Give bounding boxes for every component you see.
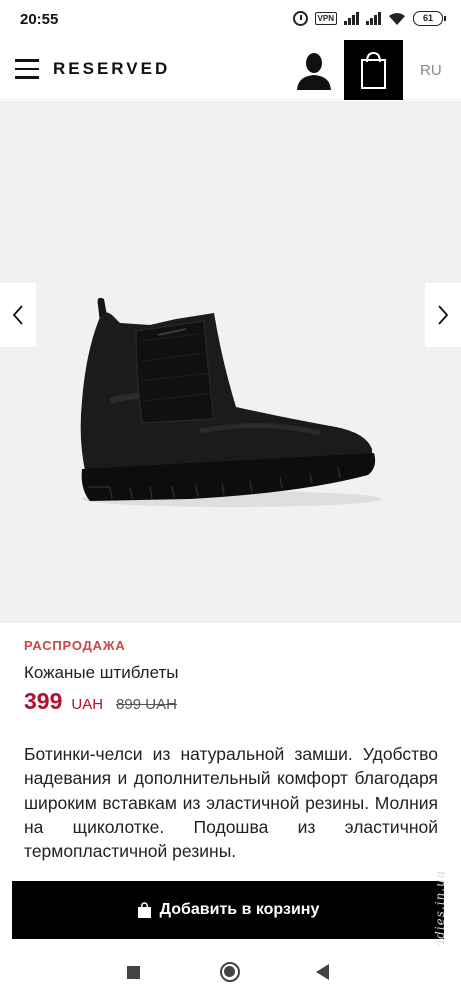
watermark: Ladies.in.ua [433, 870, 447, 956]
old-price: 899 UAH [116, 696, 177, 713]
add-to-cart-label: Добавить в корзину [159, 901, 320, 918]
recent-apps-icon[interactable] [127, 966, 140, 979]
status-bar: 20:55 VPN 61 [0, 0, 461, 40]
chevron-left-icon [12, 305, 23, 325]
gallery-next-button[interactable] [425, 283, 461, 347]
shopping-bag-icon [361, 51, 386, 89]
home-icon[interactable] [220, 962, 240, 982]
status-time: 20:55 [20, 11, 59, 28]
signal-icon [344, 12, 359, 25]
vpn-icon: VPN [314, 12, 337, 25]
sale-badge: РАСПРОДАЖА [24, 638, 126, 653]
wifi-icon [389, 12, 405, 25]
product-gallery[interactable] [0, 101, 461, 623]
alarm-icon [292, 11, 308, 26]
price-currency: UAH [71, 696, 104, 713]
gallery-prev-button[interactable] [0, 283, 36, 347]
signal-icon [366, 12, 381, 25]
brand-logo[interactable]: RESERVED [53, 59, 170, 79]
back-icon[interactable] [316, 964, 329, 980]
site-header: RESERVED RU [0, 40, 461, 100]
cart-button[interactable] [344, 40, 403, 100]
chevron-right-icon [438, 305, 449, 325]
add-to-cart-button[interactable]: Добавить в корзину [12, 881, 444, 939]
user-icon[interactable] [293, 50, 335, 92]
menu-icon[interactable] [15, 59, 39, 79]
system-nav-bar [0, 945, 461, 1000]
battery-icon: 61 [413, 11, 446, 26]
language-switcher[interactable]: RU [420, 62, 442, 79]
product-image [80, 297, 382, 507]
status-icons: VPN 61 [292, 11, 446, 26]
price-row: 399 UAH 899 UAH [24, 688, 177, 715]
current-price: 399 [24, 688, 63, 714]
shopping-bag-icon [137, 901, 151, 918]
product-title: Кожаные штиблеты [24, 663, 179, 682]
product-description: Ботинки-челси из натуральной замши. Удоб… [24, 744, 438, 862]
